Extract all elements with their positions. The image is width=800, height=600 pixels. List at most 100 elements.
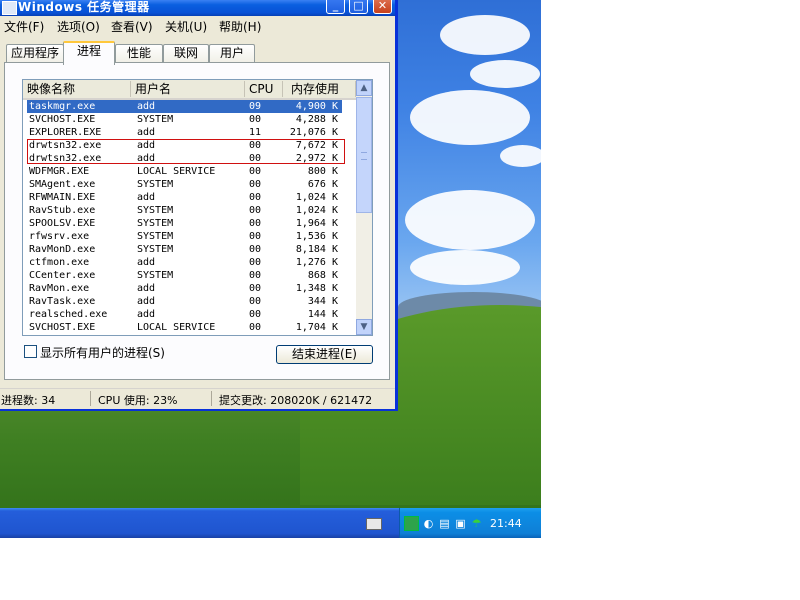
tab-networking[interactable]: 联网 (163, 44, 209, 63)
task-manager-window: Windows 任务管理器 _ □ ✕ 文件(F) 选项(O) 查看(V) 关机… (0, 0, 398, 411)
cell-cpu: 00 (249, 257, 262, 268)
display-icon[interactable]: ▤ (438, 517, 451, 530)
col-mem-usage[interactable]: 内存使用 (283, 81, 356, 97)
tab-applications[interactable]: 应用程序 (6, 44, 64, 63)
cell-cpu: 00 (249, 205, 262, 216)
table-row[interactable]: drwtsn32.exe add 00 2,972 K (27, 152, 342, 165)
tab-users[interactable]: 用户 (209, 44, 255, 63)
table-row[interactable]: SVCHOST.EXE SYSTEM 00 4,288 K (27, 113, 342, 126)
system-tray: ◐ ▤ ▣ ☂ 21:44 (399, 508, 541, 538)
cell-user-name: add (137, 309, 156, 320)
cell-cpu: 00 (249, 283, 262, 294)
menu-options[interactable]: 选项(O) (57, 18, 100, 35)
cell-mem-usage: 1,024 K (295, 192, 338, 203)
cell-image-name: CCenter.exe (29, 270, 96, 281)
table-row[interactable]: WDFMGR.EXE LOCAL SERVICE 00 800 K (27, 165, 342, 178)
cell-image-name: RavTask.exe (29, 296, 96, 307)
security-icon[interactable]: ▣ (454, 517, 467, 530)
table-row[interactable]: RavMonD.exe SYSTEM 00 8,184 K (27, 243, 342, 256)
window-title: Windows 任务管理器 (18, 0, 150, 14)
minimize-icon[interactable]: _ (326, 0, 345, 14)
table-row[interactable]: taskmgr.exe add 09 4,900 K (27, 100, 342, 113)
volume-icon[interactable]: ◐ (422, 517, 435, 530)
status-cpu-usage: CPU 使用: 23% (98, 394, 178, 407)
network-icon[interactable] (404, 515, 419, 531)
cloud (440, 15, 530, 55)
cell-cpu: 00 (249, 153, 262, 164)
end-process-button[interactable]: 结束进程(E) (276, 345, 373, 364)
cell-mem-usage: 1,536 K (295, 231, 338, 242)
menu-shutdown[interactable]: 关机(U) (165, 18, 207, 35)
cell-mem-usage: 1,964 K (295, 218, 338, 229)
process-list[interactable]: 映像名称 用户名 CPU 内存使用 taskmgr.exe add 09 4,900 … (22, 79, 373, 336)
cell-image-name: SVCHOST.EXE (29, 114, 96, 125)
taskbar: ◐ ▤ ▣ ☂ 21:44 (0, 508, 541, 538)
cell-user-name: add (137, 192, 156, 203)
cell-user-name: SYSTEM (137, 270, 174, 281)
table-row[interactable]: realsched.exe add 00 144 K (27, 308, 342, 321)
clock[interactable]: 21:44 (490, 517, 522, 530)
cell-user-name: add (137, 153, 156, 164)
col-image-name[interactable]: 映像名称 (23, 81, 131, 97)
menu-file[interactable]: 文件(F) (4, 18, 44, 35)
show-all-users-checkbox[interactable] (24, 345, 37, 358)
cell-image-name: rfwsrv.exe (29, 231, 90, 242)
cell-cpu: 00 (249, 166, 262, 177)
cell-user-name: SYSTEM (137, 244, 174, 255)
table-row[interactable]: EXPLORER.EXE add 11 21,076 K (27, 126, 342, 139)
cell-cpu: 00 (249, 322, 262, 333)
menu-help[interactable]: 帮助(H) (219, 18, 261, 35)
cell-user-name: add (137, 296, 156, 307)
table-row[interactable]: RavStub.exe SYSTEM 00 1,024 K (27, 204, 342, 217)
cell-user-name: LOCAL SERVICE (137, 166, 216, 177)
cell-user-name: SYSTEM (137, 114, 174, 125)
cell-image-name: SVCHOST.EXE (29, 322, 96, 333)
menu-view[interactable]: 查看(V) (111, 18, 153, 35)
cell-mem-usage: 4,288 K (295, 114, 338, 125)
cell-cpu: 00 (249, 296, 262, 307)
table-row[interactable]: ctfmon.exe add 00 1,276 K (27, 256, 342, 269)
cloud (405, 190, 535, 250)
table-row[interactable]: CCenter.exe SYSTEM 00 868 K (27, 269, 342, 282)
cell-user-name: add (137, 257, 156, 268)
cell-cpu: 00 (249, 114, 262, 125)
table-row[interactable]: SPOOLSV.EXE SYSTEM 00 1,964 K (27, 217, 342, 230)
scroll-up-icon[interactable]: ▲ (356, 80, 372, 96)
cell-image-name: taskmgr.exe (29, 101, 96, 112)
cloud (470, 60, 540, 88)
cell-cpu: 00 (249, 244, 262, 255)
cell-user-name: add (137, 127, 156, 138)
vertical-scrollbar[interactable]: ▲ ▼ (356, 80, 372, 335)
close-icon[interactable]: ✕ (373, 0, 392, 14)
table-row[interactable]: rfwsrv.exe SYSTEM 00 1,536 K (27, 230, 342, 243)
umbrella-icon[interactable]: ☂ (470, 517, 483, 530)
table-row[interactable]: RFWMAIN.EXE add 00 1,024 K (27, 191, 342, 204)
cell-cpu: 00 (249, 140, 262, 151)
scroll-down-icon[interactable]: ▼ (356, 319, 372, 335)
title-bar[interactable]: Windows 任务管理器 _ □ ✕ (0, 0, 395, 16)
scroll-thumb[interactable] (356, 97, 372, 213)
cell-mem-usage: 1,348 K (295, 283, 338, 294)
grip-icon (361, 152, 367, 160)
cell-mem-usage: 1,704 K (295, 322, 338, 333)
table-row[interactable]: RavMon.exe add 00 1,348 K (27, 282, 342, 295)
cell-mem-usage: 676 K (307, 179, 338, 190)
cell-image-name: RFWMAIN.EXE (29, 192, 96, 203)
col-cpu[interactable]: CPU (245, 81, 283, 97)
maximize-icon[interactable]: □ (349, 0, 368, 14)
tab-processes[interactable]: 进程 (63, 41, 115, 65)
tab-performance[interactable]: 性能 (115, 44, 163, 63)
table-row[interactable]: SMAgent.exe SYSTEM 00 676 K (27, 178, 342, 191)
cell-image-name: WDFMGR.EXE (29, 166, 90, 177)
table-row[interactable]: drwtsn32.exe add 00 7,672 K (27, 139, 342, 152)
col-user-name[interactable]: 用户名 (131, 81, 245, 97)
cell-mem-usage: 800 K (307, 166, 338, 177)
table-row[interactable]: SVCHOST.EXE LOCAL SERVICE 00 1,704 K (27, 321, 342, 334)
keyboard-icon[interactable] (366, 518, 382, 530)
cell-user-name: SYSTEM (137, 179, 174, 190)
cell-image-name: ctfmon.exe (29, 257, 90, 268)
table-row[interactable]: RavTask.exe add 00 344 K (27, 295, 342, 308)
show-all-users-label[interactable]: 显示所有用户的进程(S) (40, 344, 165, 361)
cell-user-name: SYSTEM (137, 218, 174, 229)
cell-image-name: RavStub.exe (29, 205, 96, 216)
